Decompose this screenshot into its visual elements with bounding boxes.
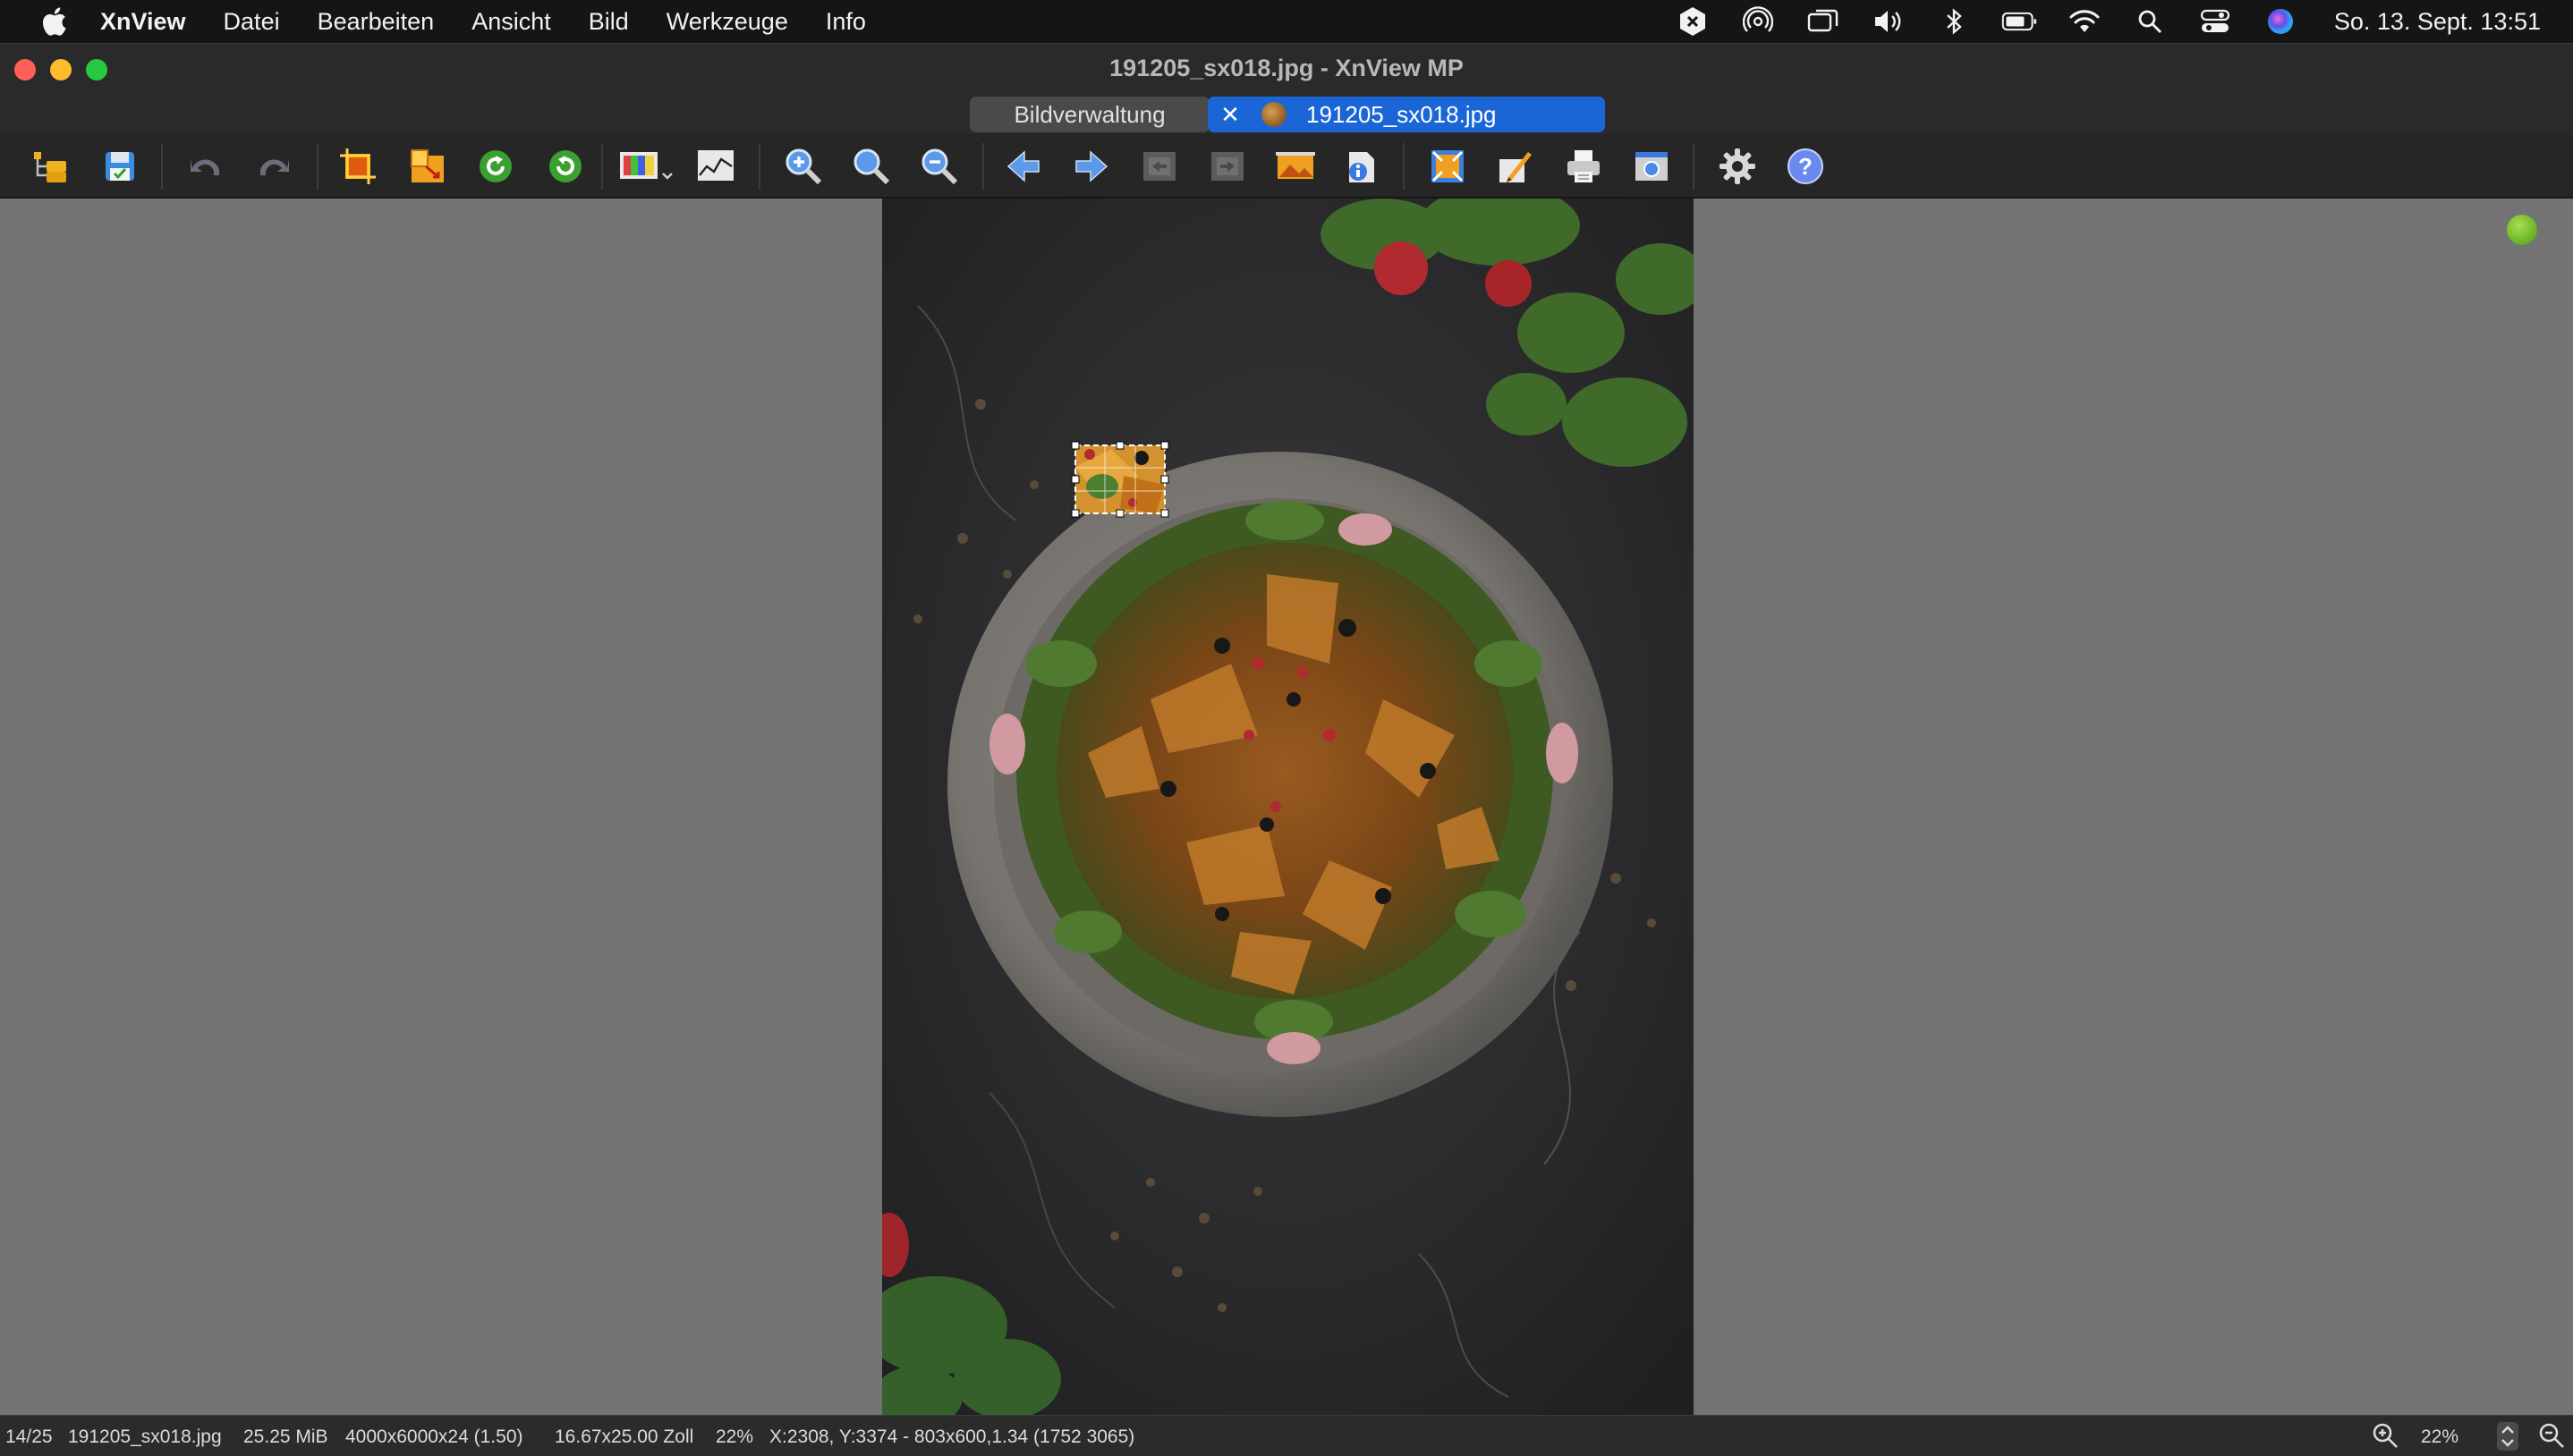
rotate-left-icon[interactable] <box>474 145 517 188</box>
screen-mirror-icon[interactable] <box>1805 4 1841 39</box>
menu-bearbeiten[interactable]: Bearbeiten <box>318 8 435 36</box>
help-icon[interactable]: ? <box>1784 145 1827 188</box>
zoom-in-icon[interactable] <box>782 145 825 188</box>
status-index: 14/25 <box>5 1426 53 1447</box>
zoom-stepper[interactable] <box>2496 1421 2519 1456</box>
first-icon[interactable] <box>1138 145 1181 188</box>
tab-label: 191205_sx018.jpg <box>1306 100 1497 128</box>
toolbar: ? <box>0 134 2573 199</box>
status-filename: 191205_sx018.jpg <box>68 1426 222 1447</box>
levels-icon[interactable] <box>694 145 737 188</box>
battery-icon[interactable] <box>2001 4 2037 39</box>
volume-icon[interactable] <box>1871 4 1906 39</box>
status-selection: X:2308, Y:3374 - 803x600,1.34 (1752 3065… <box>769 1426 1135 1447</box>
settings-icon[interactable] <box>1716 145 1759 188</box>
zoom-out-small-icon[interactable] <box>2537 1421 2566 1455</box>
print-icon[interactable] <box>1562 145 1605 188</box>
menu-bar-status-area: So. 13. Sept. 13:51 <box>1645 0 2541 43</box>
tab-image-file[interactable]: ✕ 191205_sx018.jpg <box>1208 97 1605 132</box>
window-title: 191205_sx018.jpg - XnView MP <box>1109 55 1464 81</box>
zoom-fit-icon[interactable] <box>850 145 893 188</box>
image-viewer-canvas[interactable] <box>0 199 2573 1415</box>
crop-selection[interactable] <box>1071 441 1169 518</box>
svg-text:?: ? <box>1798 153 1813 180</box>
menu-ansicht[interactable]: Ansicht <box>471 8 551 36</box>
search-icon[interactable] <box>2132 4 2168 39</box>
status-print-size: 16.67x25.00 Zoll <box>555 1426 694 1447</box>
next-icon[interactable] <box>1070 145 1113 188</box>
save-icon[interactable] <box>98 145 141 188</box>
browser-icon[interactable] <box>29 145 72 188</box>
fullscreen-icon[interactable] <box>1426 145 1469 188</box>
capture-icon[interactable] <box>1630 145 1673 188</box>
crop-icon[interactable] <box>336 145 379 188</box>
tab-close-icon[interactable]: ✕ <box>1219 101 1242 129</box>
undo-icon[interactable] <box>184 145 227 188</box>
rotate-right-icon[interactable] <box>544 145 587 188</box>
properties-icon[interactable] <box>1340 145 1383 188</box>
apple-logo-icon[interactable] <box>36 4 72 39</box>
previous-icon[interactable] <box>1002 145 1045 188</box>
macos-menu-bar: XnView Datei Bearbeiten Ansicht Bild Wer… <box>0 0 2573 43</box>
tab-thumbnail-icon <box>1261 102 1286 127</box>
siri-icon[interactable] <box>2263 4 2298 39</box>
wifi-icon[interactable] <box>2067 4 2102 39</box>
tab-bildverwaltung[interactable]: Bildverwaltung <box>970 97 1210 132</box>
status-filesize: 25.25 MiB <box>243 1426 328 1447</box>
redo-icon[interactable] <box>252 145 295 188</box>
adjust-colors-icon[interactable] <box>617 145 678 188</box>
status-zoom: 22% <box>716 1426 754 1447</box>
menu-app-name[interactable]: XnView <box>100 8 186 36</box>
resize-icon[interactable] <box>406 145 449 188</box>
tab-bar: Bildverwaltung ✕ 191205_sx018.jpg <box>0 95 2573 134</box>
menu-bild[interactable]: Bild <box>589 8 629 36</box>
salad-photo[interactable] <box>882 199 1694 1415</box>
menu-werkzeuge[interactable]: Werkzeuge <box>667 8 788 36</box>
tab-label: Bildverwaltung <box>1014 100 1166 128</box>
bluetooth-icon[interactable] <box>1936 4 1972 39</box>
status-indicator-dot <box>2507 215 2537 245</box>
menu-info[interactable]: Info <box>826 8 866 36</box>
snip-icon[interactable] <box>1675 4 1711 39</box>
zoom-out-icon[interactable] <box>918 145 961 188</box>
zoom-value[interactable]: 22% <box>2421 1426 2458 1448</box>
slideshow-icon[interactable] <box>1274 145 1317 188</box>
menu-bar-clock[interactable]: So. 13. Sept. 13:51 <box>2334 8 2541 36</box>
menu-datei[interactable]: Datei <box>224 8 280 36</box>
window-title-bar: 191205_sx018.jpg - XnView MP <box>0 43 2573 95</box>
last-icon[interactable] <box>1206 145 1249 188</box>
edit-icon[interactable] <box>1494 145 1537 188</box>
zoom-in-small-icon[interactable] <box>2371 1421 2399 1455</box>
airdrop-icon[interactable] <box>1740 4 1776 39</box>
status-dimensions: 4000x6000x24 (1.50) <box>345 1426 523 1447</box>
control-center-icon[interactable] <box>2197 4 2233 39</box>
status-bar: 14/25 191205_sx018.jpg 25.25 MiB 4000x60… <box>0 1415 2573 1456</box>
